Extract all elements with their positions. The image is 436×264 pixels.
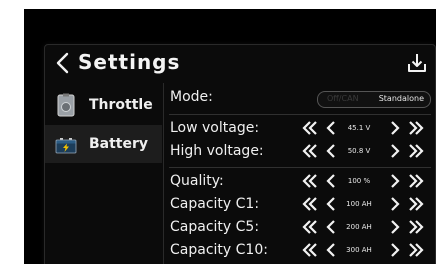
settings-sidebar: Throttle Battery [45,82,163,264]
fast-decrease-button[interactable] [301,172,319,190]
low-voltage-value: 45.1 V [347,124,371,132]
fast-decrease-button[interactable] [301,241,319,259]
section-divider [169,167,431,168]
low-voltage-label: Low voltage: [170,120,260,136]
decrease-button[interactable] [322,142,340,160]
increase-button[interactable] [386,119,404,137]
section-divider [169,114,431,115]
fast-decrease-button[interactable] [301,119,319,137]
mode-toggle[interactable]: Off/CAN Standalone [317,91,431,108]
sidebar-item-label: Throttle [89,97,153,113]
increase-button[interactable] [386,195,404,213]
increase-button[interactable] [386,218,404,236]
device-screen: Settings Throttle Battery Mode: Off/CAN … [24,9,436,264]
chevron-left-icon[interactable] [52,51,76,75]
increase-button[interactable] [386,142,404,160]
high-voltage-value: 50.8 V [347,147,371,155]
mode-row: Mode: Off/CAN Standalone [167,87,433,109]
decrease-button[interactable] [322,195,340,213]
fast-decrease-button[interactable] [301,195,319,213]
fast-increase-button[interactable] [407,119,425,137]
decrease-button[interactable] [322,241,340,259]
quality-row: Quality: 100 % [167,171,433,193]
fast-increase-button[interactable] [407,218,425,236]
settings-panel: Settings Throttle Battery Mode: Off/CAN … [44,44,436,264]
capacity-c1-row: Capacity C1: 100 AH [167,194,433,216]
capacity-c5-row: Capacity C5: 200 AH [167,217,433,239]
fast-decrease-button[interactable] [301,142,319,160]
sidebar-item-throttle[interactable]: Throttle [45,86,162,124]
high-voltage-row: High voltage: 50.8 V [167,141,433,163]
fast-increase-button[interactable] [407,241,425,259]
increase-button[interactable] [386,241,404,259]
capacity-c5-label: Capacity C5: [170,219,260,235]
low-voltage-row: Low voltage: 45.1 V [167,118,433,140]
fast-decrease-button[interactable] [301,218,319,236]
sidebar-item-label: Battery [89,136,149,152]
capacity-c1-value: 100 AH [346,200,372,208]
capacity-c10-label: Capacity C10: [170,242,268,258]
decrease-button[interactable] [322,119,340,137]
quality-value: 100 % [347,177,371,185]
settings-header: Settings [45,45,435,81]
fast-increase-button[interactable] [407,172,425,190]
mode-option-standalone[interactable]: Standalone [379,94,424,103]
decrease-button[interactable] [322,218,340,236]
high-voltage-label: High voltage: [170,143,264,159]
mode-option-off[interactable]: Off/CAN [327,94,359,103]
fast-increase-button[interactable] [407,142,425,160]
quality-label: Quality: [170,173,224,189]
increase-button[interactable] [386,172,404,190]
capacity-c10-value: 300 AH [346,246,372,254]
fast-increase-button[interactable] [407,195,425,213]
decrease-button[interactable] [322,172,340,190]
capacity-c1-label: Capacity C1: [170,196,260,212]
capacity-c5-value: 200 AH [346,223,372,231]
capacity-c10-row: Capacity C10: 300 AH [167,240,433,262]
page-title: Settings [78,50,181,74]
throttle-device-icon [54,93,78,117]
download-tray-icon[interactable] [405,51,429,75]
sidebar-item-battery[interactable]: Battery [45,125,162,163]
battery-settings: Mode: Off/CAN Standalone Low voltage: 45… [167,83,433,264]
battery-icon [54,132,78,156]
sidebar-divider [163,83,164,264]
mode-label: Mode: [170,89,213,105]
